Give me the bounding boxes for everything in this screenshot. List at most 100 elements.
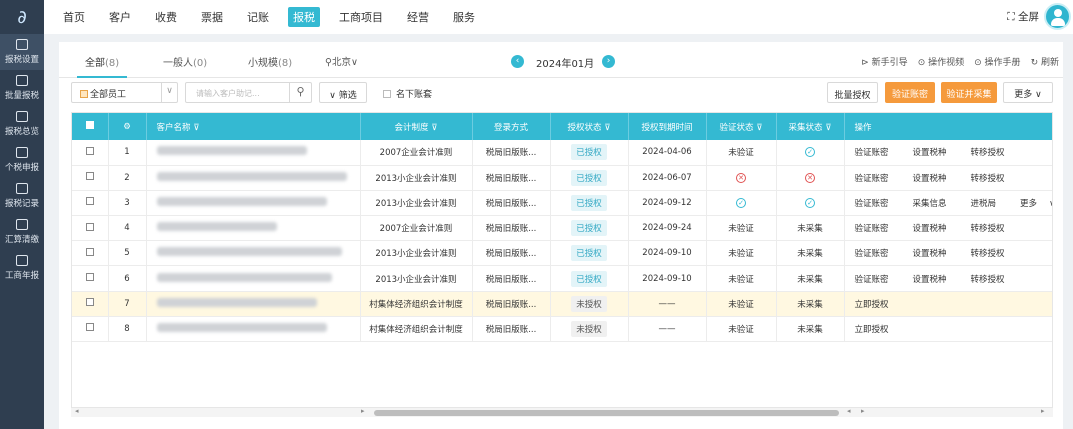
table-row[interactable]: 2 2013小企业会计准则 税局旧版账... 已授权 2024-06-07 ✕ ✕ 验证账密 设… bbox=[72, 165, 1052, 191]
scroll-right-icon[interactable]: ▸ bbox=[361, 407, 365, 415]
fullscreen-button[interactable]: ⛶ 全屏 bbox=[1007, 9, 1039, 24]
scrollbar-thumb[interactable] bbox=[374, 410, 839, 416]
customer-name-redacted[interactable] bbox=[146, 291, 361, 317]
sub-account-checkbox[interactable]: 名下账套 bbox=[383, 87, 432, 100]
row-op-1[interactable]: 设置税种 bbox=[913, 275, 959, 285]
search-icon[interactable]: ⚲ bbox=[289, 83, 311, 102]
collect-text: 未采集 bbox=[797, 324, 823, 335]
filter-button[interactable]: ∨ 筛选 bbox=[319, 82, 367, 103]
row-op-2[interactable]: 转移授权 bbox=[971, 249, 1017, 259]
employee-select[interactable]: 全部员工 ∨ bbox=[71, 82, 178, 103]
row-op-1[interactable]: 采集信息 bbox=[913, 199, 959, 209]
row-op-0[interactable]: 立即授权 bbox=[855, 325, 901, 335]
table-row[interactable]: 6 2013小企业会计准则 税局旧版账... 已授权 2024-09-10 未验证 未采集 验… bbox=[72, 265, 1052, 292]
batch-auth-button[interactable]: 批量授权 bbox=[827, 82, 878, 103]
verify-collect-button[interactable]: 验证并采集 bbox=[941, 82, 997, 103]
refresh-button[interactable]: ↻ 刷新 bbox=[1031, 55, 1059, 68]
row-op-0[interactable]: 验证账密 bbox=[855, 275, 901, 285]
table-row[interactable]: 4 2007企业会计准则 税局旧版账... 已授权 2024-09-24 未验证 未采集 验证… bbox=[72, 215, 1052, 242]
row-checkbox[interactable] bbox=[72, 140, 109, 166]
nav-item-bookkeeping[interactable]: 记账 bbox=[242, 7, 274, 27]
horizontal-scrollbar[interactable]: ◂ ▸ ◂ ▸ ▸ bbox=[71, 407, 1053, 417]
row-op-0[interactable]: 验证账密 bbox=[855, 224, 901, 234]
row-op-2[interactable]: 进税局 bbox=[971, 199, 1009, 209]
region-select[interactable]: ⚲北京∨ bbox=[325, 54, 358, 68]
avatar[interactable] bbox=[1044, 3, 1071, 30]
guide-link[interactable]: ⊳ 新手引导 bbox=[861, 55, 907, 68]
nav-item-bills[interactable]: 票据 bbox=[196, 7, 228, 27]
customer-name-redacted[interactable] bbox=[146, 215, 361, 242]
select-all-checkbox[interactable] bbox=[72, 113, 109, 140]
customer-name-redacted[interactable] bbox=[146, 240, 361, 267]
status-badge: 已授权 bbox=[571, 270, 607, 287]
row-checkbox[interactable] bbox=[72, 215, 109, 242]
row-checkbox[interactable] bbox=[72, 190, 109, 217]
row-op-1[interactable]: 设置税种 bbox=[913, 224, 959, 234]
sidebar-item-batch-tax[interactable]: 批量报税 bbox=[0, 70, 44, 106]
row-number: 8 bbox=[108, 316, 147, 343]
tab-general[interactable]: 一般人(0) bbox=[163, 54, 207, 69]
tab-all[interactable]: 全部(8) bbox=[76, 54, 128, 78]
nav-item-fees[interactable]: 收费 bbox=[150, 7, 182, 27]
customer-name-redacted[interactable] bbox=[146, 265, 361, 292]
row-op-2[interactable]: 转移授权 bbox=[971, 275, 1017, 285]
nav-item-home[interactable]: 首页 bbox=[58, 7, 90, 27]
customer-name-redacted[interactable] bbox=[146, 190, 361, 217]
col-collect-status[interactable]: 采集状态 ⊽ bbox=[776, 113, 845, 140]
customer-name-redacted[interactable] bbox=[146, 140, 361, 166]
row-op-0[interactable]: 验证账密 bbox=[855, 174, 901, 184]
next-month-button[interactable]: › bbox=[602, 55, 615, 68]
scroll-left-icon[interactable]: ◂ bbox=[75, 407, 79, 415]
verify-password-button[interactable]: 验证账密 bbox=[885, 82, 935, 103]
sidebar-item-person-tax[interactable]: 个税申报 bbox=[0, 142, 44, 178]
tab-small-scale[interactable]: 小规模(8) bbox=[248, 54, 292, 69]
row-op-2[interactable]: 转移授权 bbox=[971, 174, 1017, 184]
table-row[interactable]: 1 2007企业会计准则 税局旧版账... 已授权 2024-04-06 未验证 ✓ 验证账密… bbox=[72, 140, 1052, 166]
row-op-1[interactable]: 设置税种 bbox=[913, 148, 959, 158]
table-row[interactable]: 3 2013小企业会计准则 税局旧版账... 已授权 2024-09-12 ✓ ✓ 验证账密 采… bbox=[72, 190, 1052, 217]
sidebar-item-overview[interactable]: 报税总览 bbox=[0, 106, 44, 142]
col-auth-status[interactable]: 授权状态 ⊽ bbox=[550, 113, 629, 140]
video-link[interactable]: ⊙ 操作视频 bbox=[918, 55, 964, 68]
row-checkbox[interactable] bbox=[72, 291, 109, 317]
row-op-3[interactable]: 更多∨ bbox=[1020, 199, 1052, 209]
scroll-right-icon[interactable]: ▸ bbox=[861, 407, 865, 415]
row-checkbox[interactable] bbox=[72, 240, 109, 267]
more-button[interactable]: 更多 ∨ bbox=[1003, 82, 1053, 103]
col-accounting-system[interactable]: 会计制度 ⊽ bbox=[360, 113, 473, 140]
customer-name-redacted[interactable] bbox=[146, 316, 361, 343]
row-checkbox[interactable] bbox=[72, 165, 109, 191]
search-input[interactable]: 请输入客户助记... ⚲ bbox=[185, 82, 312, 103]
scroll-right-icon[interactable]: ▸ bbox=[1041, 407, 1045, 415]
row-checkbox[interactable] bbox=[72, 265, 109, 292]
row-op-1[interactable]: 设置税种 bbox=[913, 174, 959, 184]
row-op-2[interactable]: 转移授权 bbox=[971, 148, 1017, 158]
customer-name-redacted[interactable] bbox=[146, 165, 361, 191]
column-settings-icon[interactable]: ⚙ bbox=[108, 113, 147, 140]
nav-item-operations[interactable]: 经营 bbox=[402, 7, 434, 27]
row-op-1[interactable]: 设置税种 bbox=[913, 249, 959, 259]
table-row[interactable]: 8 村集体经济组织会计制度 税局旧版账... 未授权 —— 未验证 未采集 立即授权 bbox=[72, 316, 1052, 343]
row-op-0[interactable]: 立即授权 bbox=[855, 300, 901, 310]
sidebar-item-tax-settings[interactable]: 报税设置 bbox=[0, 34, 44, 70]
col-customer-name[interactable]: 客户名称 ⊽ bbox=[146, 113, 361, 140]
prev-month-button[interactable]: ‹ bbox=[511, 55, 524, 68]
nav-item-business[interactable]: 工商项目 bbox=[334, 7, 388, 27]
auth-status: 已授权 bbox=[550, 165, 629, 191]
nav-item-services[interactable]: 服务 bbox=[448, 7, 480, 27]
row-op-2[interactable]: 转移授权 bbox=[971, 224, 1017, 234]
table-row[interactable]: 7 村集体经济组织会计制度 税局旧版账... 未授权 —— 未验证 未采集 立即授权 bbox=[72, 291, 1052, 317]
col-verify-status[interactable]: 验证状态 ⊽ bbox=[706, 113, 777, 140]
row-op-0[interactable]: 验证账密 bbox=[855, 148, 901, 158]
nav-item-tax[interactable]: 报税 bbox=[288, 7, 320, 27]
table-row[interactable]: 5 2013小企业会计准则 税局旧版账... 已授权 2024-09-10 未验证 未采集 验… bbox=[72, 240, 1052, 267]
sidebar-item-records[interactable]: 报税记录 bbox=[0, 178, 44, 214]
row-op-0[interactable]: 验证账密 bbox=[855, 199, 901, 209]
row-op-0[interactable]: 验证账密 bbox=[855, 249, 901, 259]
scroll-left-icon[interactable]: ◂ bbox=[847, 407, 851, 415]
manual-link[interactable]: ⊙ 操作手册 bbox=[974, 55, 1020, 68]
row-checkbox[interactable] bbox=[72, 316, 109, 343]
sidebar-item-settlement[interactable]: 汇算清缴 bbox=[0, 214, 44, 250]
nav-item-customers[interactable]: 客户 bbox=[104, 7, 136, 27]
sidebar-item-annual-report[interactable]: 工商年报 bbox=[0, 250, 44, 286]
